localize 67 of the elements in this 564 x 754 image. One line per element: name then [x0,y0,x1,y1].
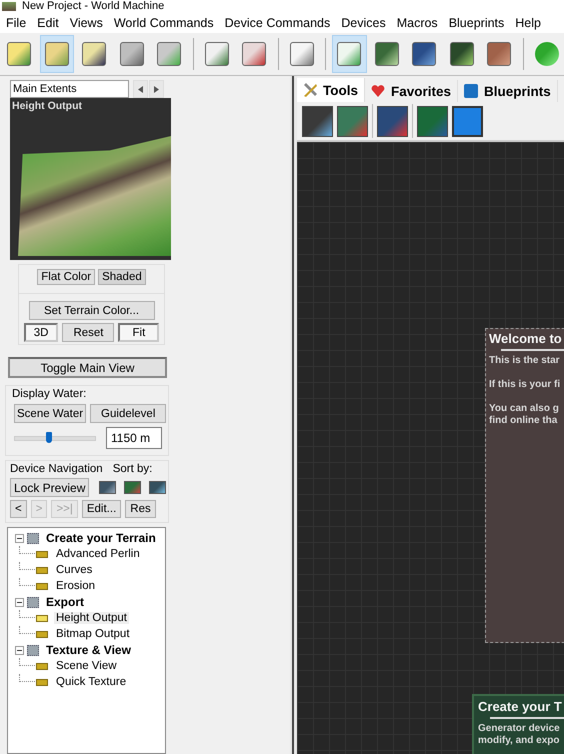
extents-field[interactable]: Main Extents [10,80,129,98]
view-button[interactable]: Reset [62,323,114,342]
device-icon [36,566,48,574]
note-text: You can also g find online tha [489,403,560,427]
render-mode-button[interactable]: Flat Color [37,269,96,285]
previous-button[interactable] [133,80,148,98]
tab[interactable]: Tools [297,78,365,102]
tree-item[interactable]: Bitmap Output [54,628,132,640]
render-mode-button[interactable]: Shaded [98,269,146,285]
caret-right-icon [154,86,159,92]
tree-item[interactable]: Height Output [54,612,129,624]
note-text: This is the star [489,355,561,367]
slider-thumb[interactable] [46,432,52,442]
tree-group[interactable]: Create your Terrain [44,531,158,545]
lock-preview-button[interactable]: Lock Preview [10,478,90,497]
tree-item[interactable]: Erosion [54,580,97,592]
note-text: Generator device modify, and expo [478,723,561,747]
set-terrain-color-button[interactable]: Set Terrain Color... [28,301,154,320]
note-text: If this is your fi [489,379,562,391]
note-title: Create your T [478,699,563,715]
toolbar-button[interactable] [40,35,74,73]
window-title: New Project - World Machine [22,0,164,12]
group-label: Device Navigation [10,463,103,475]
sphere-icon [534,42,559,66]
device-icon [36,582,48,590]
group-label: Display Water: [12,388,88,400]
tools-icon [303,83,317,97]
menu-item[interactable]: Views [66,16,107,30]
menu-item[interactable]: Macros [392,16,442,30]
menu-item[interactable]: Edit [33,16,63,30]
tree-group[interactable]: Export [44,595,86,609]
device-icon [36,614,48,622]
device-icon [36,662,48,670]
collapse-icon[interactable] [15,598,24,606]
device-icon [36,550,48,558]
menu-item[interactable]: Blueprints [444,16,508,30]
next-button[interactable] [149,80,164,98]
water-level-field[interactable]: 1150 m [106,427,162,449]
menu-item[interactable]: World Commands [110,16,218,30]
water-button[interactable]: Guidelevel [90,404,166,423]
preview-caption: Height Output [11,99,83,114]
tree-group[interactable]: Texture & View [44,643,133,657]
menu-item[interactable]: File [2,16,30,30]
collapse-icon[interactable] [15,646,24,654]
tree-item[interactable]: Advanced Perlin [54,548,142,560]
splitter[interactable] [290,76,297,754]
nav-button[interactable]: Res [125,500,156,518]
tree-item[interactable]: Scene View [54,660,119,672]
caret-left-icon [138,86,143,92]
menu-item[interactable]: Help [511,16,545,30]
toggle-main-view-button[interactable]: Toggle Main View [8,357,167,378]
note-title: Welcome to [489,331,563,347]
collapse-icon[interactable] [15,534,24,542]
toolbar-button[interactable] [332,35,367,73]
app-icon [2,2,16,10]
menu-item[interactable]: Device Commands [220,16,334,30]
nav-button[interactable]: < [10,500,27,518]
device-icon [36,678,48,686]
device-icon [36,630,48,638]
menu-item[interactable]: Devices [337,16,390,30]
water-button[interactable]: Scene Water [14,404,86,423]
tree-item[interactable]: Curves [54,564,94,576]
view-button[interactable]: 3D [24,323,58,342]
view-button[interactable]: Fit [118,323,160,342]
tree-item[interactable]: Quick Texture [54,676,128,688]
sort-label: Sort by: [112,463,152,475]
nav-button[interactable]: Edit... [82,500,122,518]
